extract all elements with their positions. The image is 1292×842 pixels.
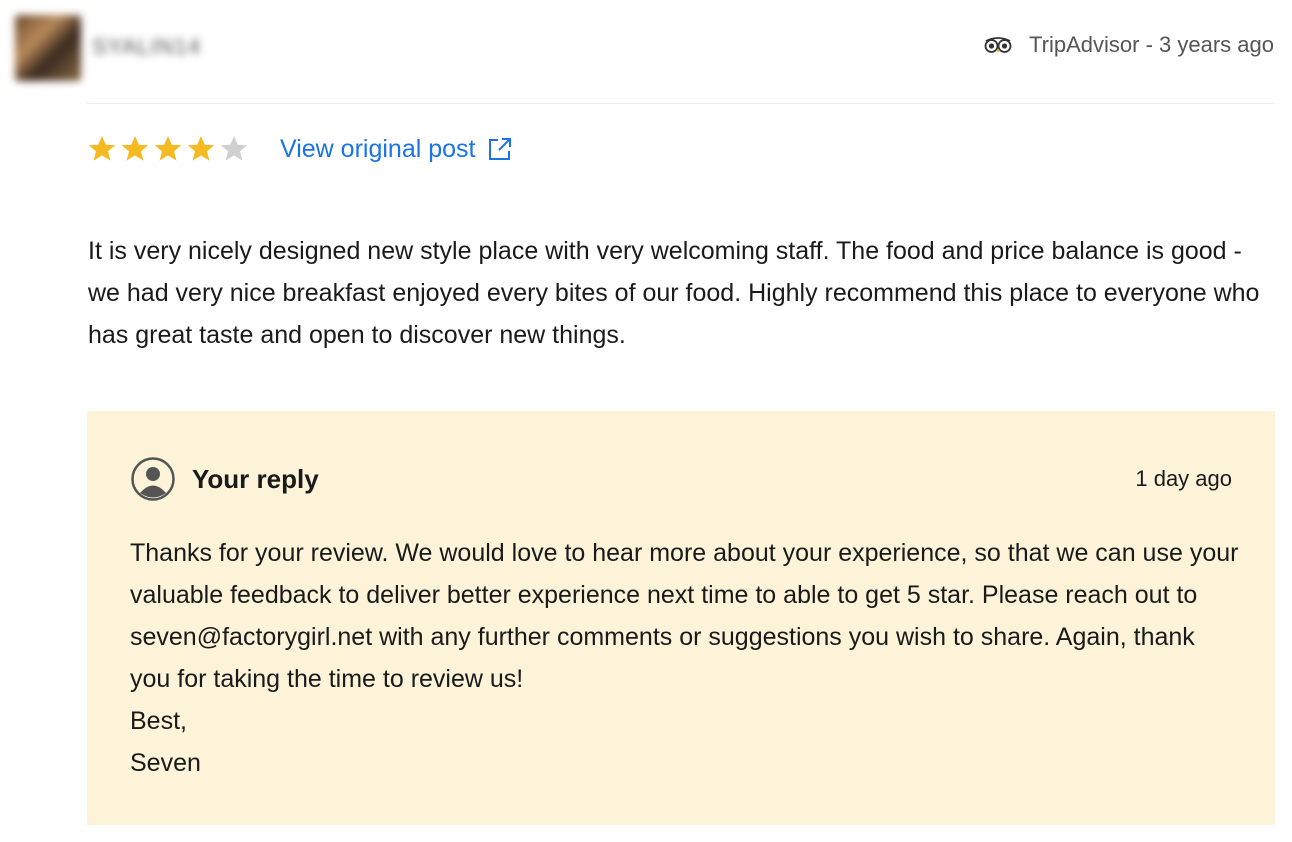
user-circle-icon xyxy=(131,457,175,501)
tripadvisor-owl-icon xyxy=(984,37,1012,53)
reviewer-avatar xyxy=(15,15,81,81)
reply-header: Your reply 1 day ago xyxy=(130,457,1232,501)
header-divider xyxy=(87,103,1274,104)
reply-body: Thanks for your review. We would love to… xyxy=(130,539,1239,693)
reply-text: Thanks for your review. We would love to… xyxy=(130,532,1240,784)
external-link-icon xyxy=(489,138,512,160)
star-filled-icon xyxy=(121,136,149,161)
reviewer-name: SYALIN14 xyxy=(92,34,202,59)
source-label: TripAdvisor - 3 years ago xyxy=(1029,32,1274,57)
review-text: It is very nicely designed new style pla… xyxy=(88,237,1260,349)
star-filled-icon xyxy=(88,136,116,161)
reply-timestamp: 1 day ago xyxy=(1135,466,1232,491)
review-source: TripAdvisor - 3 years ago xyxy=(983,32,1274,58)
view-original-post-label: View original post xyxy=(280,134,476,163)
reply-box: Your reply 1 day ago Thanks for your rev… xyxy=(87,411,1275,825)
star-rating xyxy=(87,134,252,164)
star-filled-icon xyxy=(154,136,182,161)
reply-signature: Seven xyxy=(130,749,201,777)
star-empty-icon xyxy=(220,136,248,161)
reply-title: Your reply xyxy=(192,463,319,494)
rating-row: View original post xyxy=(87,134,513,164)
view-original-post-link[interactable]: View original post xyxy=(280,135,513,164)
star-filled-icon xyxy=(187,136,215,161)
reply-signoff: Best, xyxy=(130,707,187,735)
